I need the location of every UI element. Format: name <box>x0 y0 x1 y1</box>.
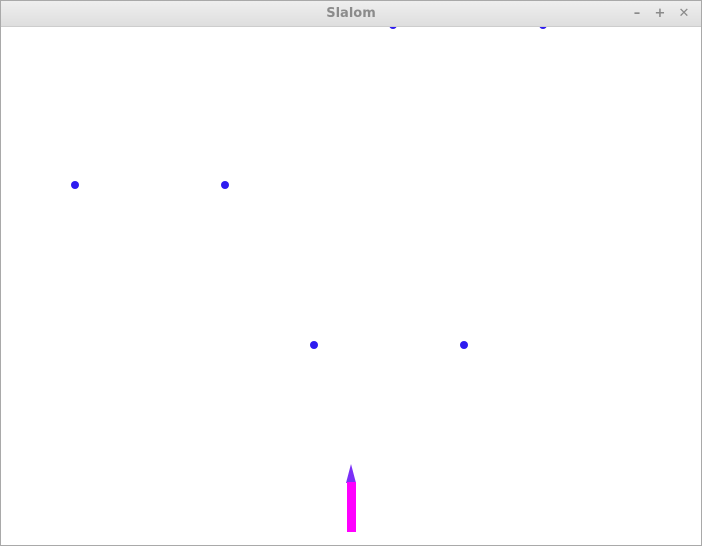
title-bar[interactable]: Slalom – + ✕ <box>1 1 701 27</box>
gate-3-left <box>310 341 318 349</box>
gate-3-right <box>460 341 468 349</box>
minimize-button[interactable]: – <box>628 5 646 23</box>
skier-body <box>347 482 356 532</box>
gate-2-left <box>71 181 79 189</box>
game-canvas[interactable] <box>1 27 701 545</box>
gate-2-right <box>221 181 229 189</box>
window-title: Slalom <box>326 6 376 21</box>
close-button[interactable]: ✕ <box>675 5 693 23</box>
skier <box>346 464 358 534</box>
skier-tip <box>346 464 356 483</box>
gate-1-right <box>539 27 547 29</box>
gate-1-left <box>389 27 397 29</box>
maximize-button[interactable]: + <box>651 5 669 23</box>
game-window: Slalom – + ✕ <box>0 0 702 546</box>
